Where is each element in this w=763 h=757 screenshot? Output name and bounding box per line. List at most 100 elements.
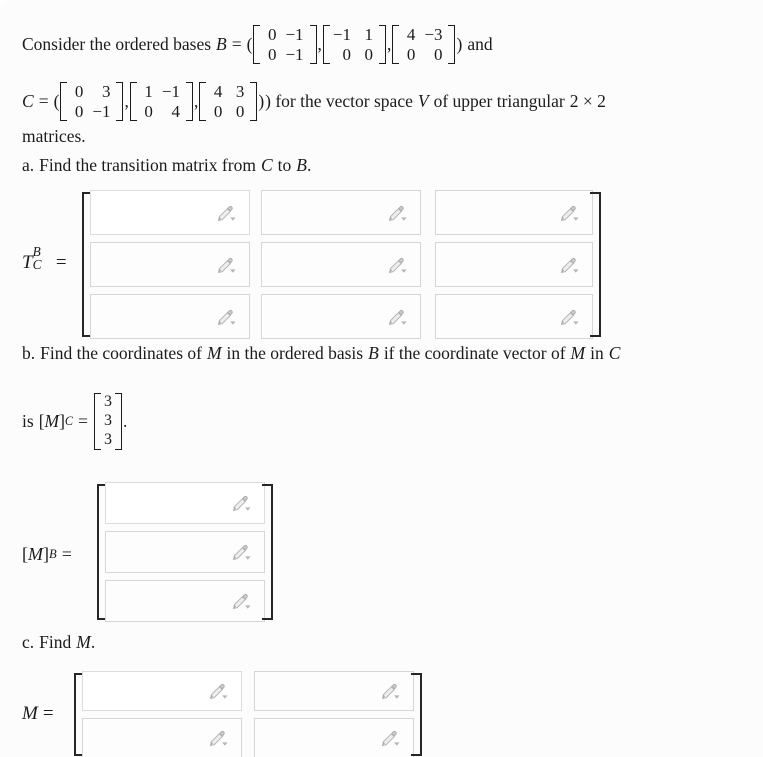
b2-r0c1: 1	[364, 25, 374, 44]
part-c-answer-label: M =	[22, 704, 54, 723]
part-b-label: b.	[22, 343, 36, 363]
part-a-text: Find the transition matrix from	[39, 155, 256, 175]
part-b-input-r0[interactable]	[105, 482, 265, 524]
worksheet-page: Consider the ordered bases B = ( 0 −1 0 …	[0, 0, 763, 757]
transition-matrix-symbol: T	[22, 252, 33, 273]
pencil-icon	[209, 730, 228, 747]
pencil-icon	[217, 309, 236, 325]
basis-c-matrix-2: 1 −1 0 4	[129, 82, 194, 122]
part-a-row-2	[90, 294, 593, 339]
basis-c-matrix-1: 0 3 0 −1	[60, 82, 124, 122]
part-c-m-symbol: M	[76, 632, 91, 652]
mc-entry-2: 3	[103, 430, 112, 448]
right-bracket-c	[411, 671, 424, 757]
left-bracket-a	[80, 190, 93, 339]
dimension-text: 2 × 2	[569, 90, 606, 111]
part-a-input-r1c2[interactable]	[435, 242, 593, 287]
vector-space-text: ) for the vector space	[265, 90, 413, 111]
pencil-icon	[381, 730, 400, 747]
part-b-text: Find the coordinates of	[40, 343, 202, 363]
c1-r1c1: −1	[92, 101, 111, 121]
part-a-input-r1c1[interactable]	[261, 242, 421, 287]
b2-r0c0: −1	[332, 25, 352, 44]
comma-b-1: ,	[317, 33, 322, 54]
part-a-equals: =	[55, 252, 67, 273]
part-a-row-1	[90, 242, 593, 287]
left-bracket-c	[72, 671, 85, 757]
part-c-grid	[82, 671, 414, 757]
equals-sign-1: =	[231, 33, 242, 54]
part-a-input-r2c0[interactable]	[90, 294, 250, 339]
and-text: and	[467, 33, 493, 54]
part-b-input-r2[interactable]	[105, 580, 265, 622]
c3-r1c1: 0	[235, 101, 245, 121]
coordinate-vector-mc: 3 3 3	[93, 393, 122, 450]
b2-r1c1: 0	[364, 44, 374, 64]
part-c-row-1	[82, 718, 414, 757]
close-paren-b: )	[456, 33, 463, 54]
part-a-answer-label: TBC =	[22, 244, 67, 273]
c1-r0c1: 3	[101, 82, 111, 101]
right-bracket-a	[590, 190, 603, 339]
pencil-icon	[232, 495, 251, 512]
part-b-m-symbol: M	[206, 343, 222, 363]
part-a-input-r2c1[interactable]	[261, 294, 421, 339]
part-b-prompt: b. Find the coordinates of M in the orde…	[22, 343, 620, 363]
c2-r1c1: 4	[171, 101, 180, 121]
part-a-input-r2c2[interactable]	[435, 294, 593, 339]
part-a-to-word: to	[277, 155, 292, 175]
given-period: .	[122, 410, 128, 431]
mb-subscript-b: B	[49, 546, 57, 561]
part-b-given-prefix: is	[22, 410, 34, 431]
part-a-input-r0c0[interactable]	[90, 190, 250, 235]
part-c-input-r1c1[interactable]	[254, 718, 414, 757]
part-b-input-r1[interactable]	[105, 531, 265, 573]
pencil-icon	[209, 683, 228, 700]
part-c-input-r0c1[interactable]	[254, 671, 414, 711]
basis-b-matrix-1: 0 −1 0 −1	[253, 25, 317, 65]
comma-c-1: ,	[124, 90, 129, 111]
part-a-input-r0c1[interactable]	[261, 190, 421, 235]
part-c-input-r1c0[interactable]	[82, 718, 242, 757]
given-equals: =	[78, 410, 88, 431]
b1-r0c1: −1	[285, 25, 304, 44]
pencil-icon	[381, 683, 400, 700]
basis-c-symbol: C	[22, 90, 34, 111]
part-b-given: is [M] C = 3 3 3 .	[22, 393, 127, 450]
part-b-answer-matrix	[95, 482, 275, 622]
part-b-grid	[105, 482, 265, 622]
c1-r1c0: 0	[74, 101, 84, 121]
mc-entry-1: 3	[103, 411, 112, 429]
right-bracket-b	[262, 482, 275, 622]
problem-statement-line-1: Consider the ordered bases B = ( 0 −1 0 …	[22, 25, 493, 65]
b1-r1c1: −1	[285, 44, 304, 64]
mc-entry-0: 3	[103, 393, 112, 410]
part-a-to-basis: B	[296, 155, 307, 175]
part-b-m-symbol-2: M	[570, 343, 586, 363]
part-b-text4: in	[590, 343, 604, 363]
part-c-answer-matrix	[72, 671, 424, 757]
part-b-row-1	[105, 531, 265, 573]
part-b-text2: in the ordered basis	[226, 343, 364, 363]
part-c-row-0	[82, 671, 414, 711]
pencil-icon	[388, 257, 407, 273]
part-a-input-r1c0[interactable]	[90, 242, 250, 287]
basis-b-symbol: B	[216, 33, 227, 54]
part-c-input-r0c0[interactable]	[82, 671, 242, 711]
c2-r1c0: 0	[144, 101, 153, 121]
pencil-icon	[232, 544, 251, 561]
part-c-text: Find	[39, 632, 72, 652]
given-subscript-c: C	[64, 414, 74, 429]
part-b-text3: if the coordinate vector of	[383, 343, 566, 363]
c2-r0c0: 1	[144, 82, 153, 101]
part-b-answer-label: [M] B =	[22, 545, 72, 563]
given-m-symbol: M	[44, 410, 60, 431]
b3-r0c1: −3	[424, 25, 443, 44]
problem-statement-line-2: C = ( 0 3 0 −1 , 1 −1 0 4 , 4 3 0 0)) …	[22, 82, 606, 122]
part-b-basis-b: B	[368, 343, 379, 363]
part-c-period: .	[90, 632, 96, 652]
b3-r0c0: 4	[406, 25, 416, 44]
part-b-equals: =	[61, 544, 72, 564]
pencil-icon	[232, 593, 251, 610]
part-a-input-r0c2[interactable]	[435, 190, 593, 235]
